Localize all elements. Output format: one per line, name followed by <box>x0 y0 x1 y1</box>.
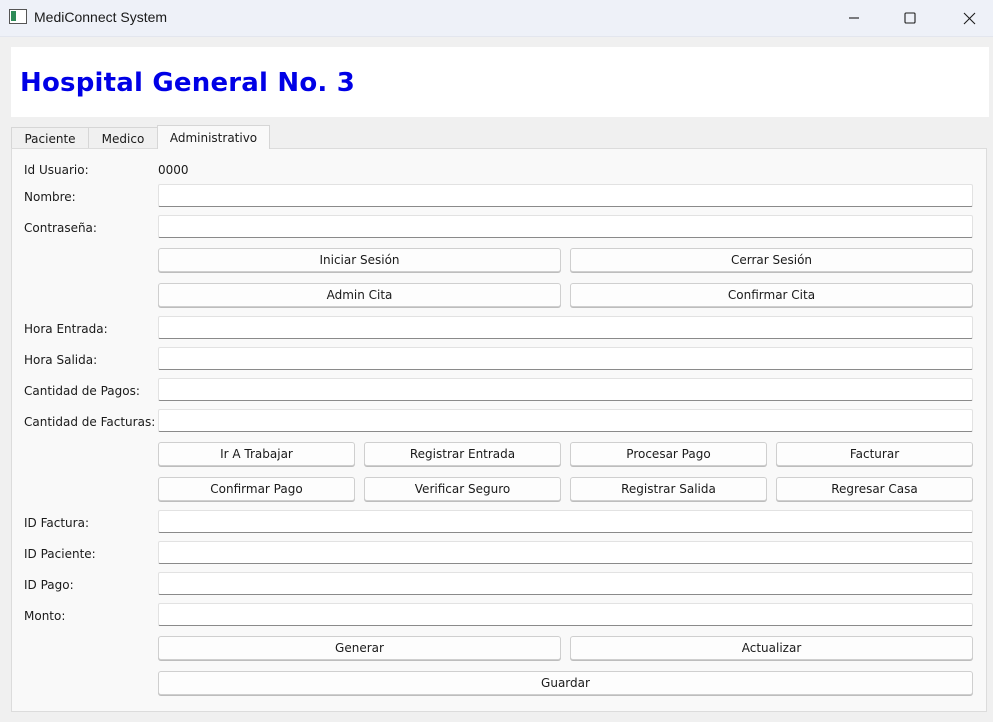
cantidad-facturas-input[interactable] <box>158 409 973 432</box>
close-button[interactable] <box>946 0 992 36</box>
cantidad-pagos-input[interactable] <box>158 378 973 401</box>
id-factura-label: ID Factura: <box>24 516 89 530</box>
close-icon <box>963 12 975 24</box>
hora-entrada-label: Hora Entrada: <box>24 322 108 336</box>
admin-cita-button[interactable]: Admin Cita <box>158 283 561 307</box>
minimize-icon <box>849 17 859 19</box>
header-panel: Hospital General No. 3 <box>11 47 989 117</box>
id-paciente-input[interactable] <box>158 541 973 564</box>
app-window-icon <box>9 9 27 24</box>
verificar-seguro-button[interactable]: Verificar Seguro <box>364 477 561 501</box>
cantidad-facturas-label: Cantidad de Facturas: <box>24 415 156 429</box>
nombre-input[interactable] <box>158 184 973 207</box>
actualizar-button[interactable]: Actualizar <box>570 636 973 660</box>
generar-button[interactable]: Generar <box>158 636 561 660</box>
id-paciente-label: ID Paciente: <box>24 547 96 561</box>
hospital-title: Hospital General No. 3 <box>20 68 356 98</box>
monto-label: Monto: <box>24 609 66 623</box>
ir-a-trabajar-button[interactable]: Ir A Trabajar <box>158 442 355 466</box>
confirmar-cita-button[interactable]: Confirmar Cita <box>570 283 973 307</box>
facturar-button[interactable]: Facturar <box>776 442 973 466</box>
tab-administrativo[interactable]: Administrativo <box>157 125 270 149</box>
hora-entrada-input[interactable] <box>158 316 973 339</box>
iniciar-sesion-button[interactable]: Iniciar Sesión <box>158 248 561 272</box>
maximize-button[interactable] <box>887 0 933 36</box>
confirmar-pago-button[interactable]: Confirmar Pago <box>158 477 355 501</box>
window-titlebar[interactable]: MediConnect System <box>0 0 993 37</box>
id-pago-input[interactable] <box>158 572 973 595</box>
minimize-button[interactable] <box>831 0 877 36</box>
id-usuario-label: Id Usuario: <box>24 163 89 177</box>
registrar-salida-button[interactable]: Registrar Salida <box>570 477 767 501</box>
procesar-pago-button[interactable]: Procesar Pago <box>570 442 767 466</box>
tab-medico[interactable]: Medico <box>88 127 158 150</box>
cerrar-sesion-button[interactable]: Cerrar Sesión <box>570 248 973 272</box>
contrasena-label: Contraseña: <box>24 221 97 235</box>
cantidad-pagos-label: Cantidad de Pagos: <box>24 384 140 398</box>
id-usuario-value: 0000 <box>158 163 189 177</box>
registrar-entrada-button[interactable]: Registrar Entrada <box>364 442 561 466</box>
hora-salida-input[interactable] <box>158 347 973 370</box>
contrasena-input[interactable] <box>158 215 973 238</box>
monto-input[interactable] <box>158 603 973 626</box>
regresar-casa-button[interactable]: Regresar Casa <box>776 477 973 501</box>
id-factura-input[interactable] <box>158 510 973 533</box>
maximize-icon <box>904 12 916 24</box>
window-title: MediConnect System <box>34 9 168 25</box>
hora-salida-label: Hora Salida: <box>24 353 98 367</box>
guardar-button[interactable]: Guardar <box>158 671 973 695</box>
nombre-label: Nombre: <box>24 190 76 204</box>
tab-paciente[interactable]: Paciente <box>11 127 89 150</box>
id-pago-label: ID Pago: <box>24 578 74 592</box>
